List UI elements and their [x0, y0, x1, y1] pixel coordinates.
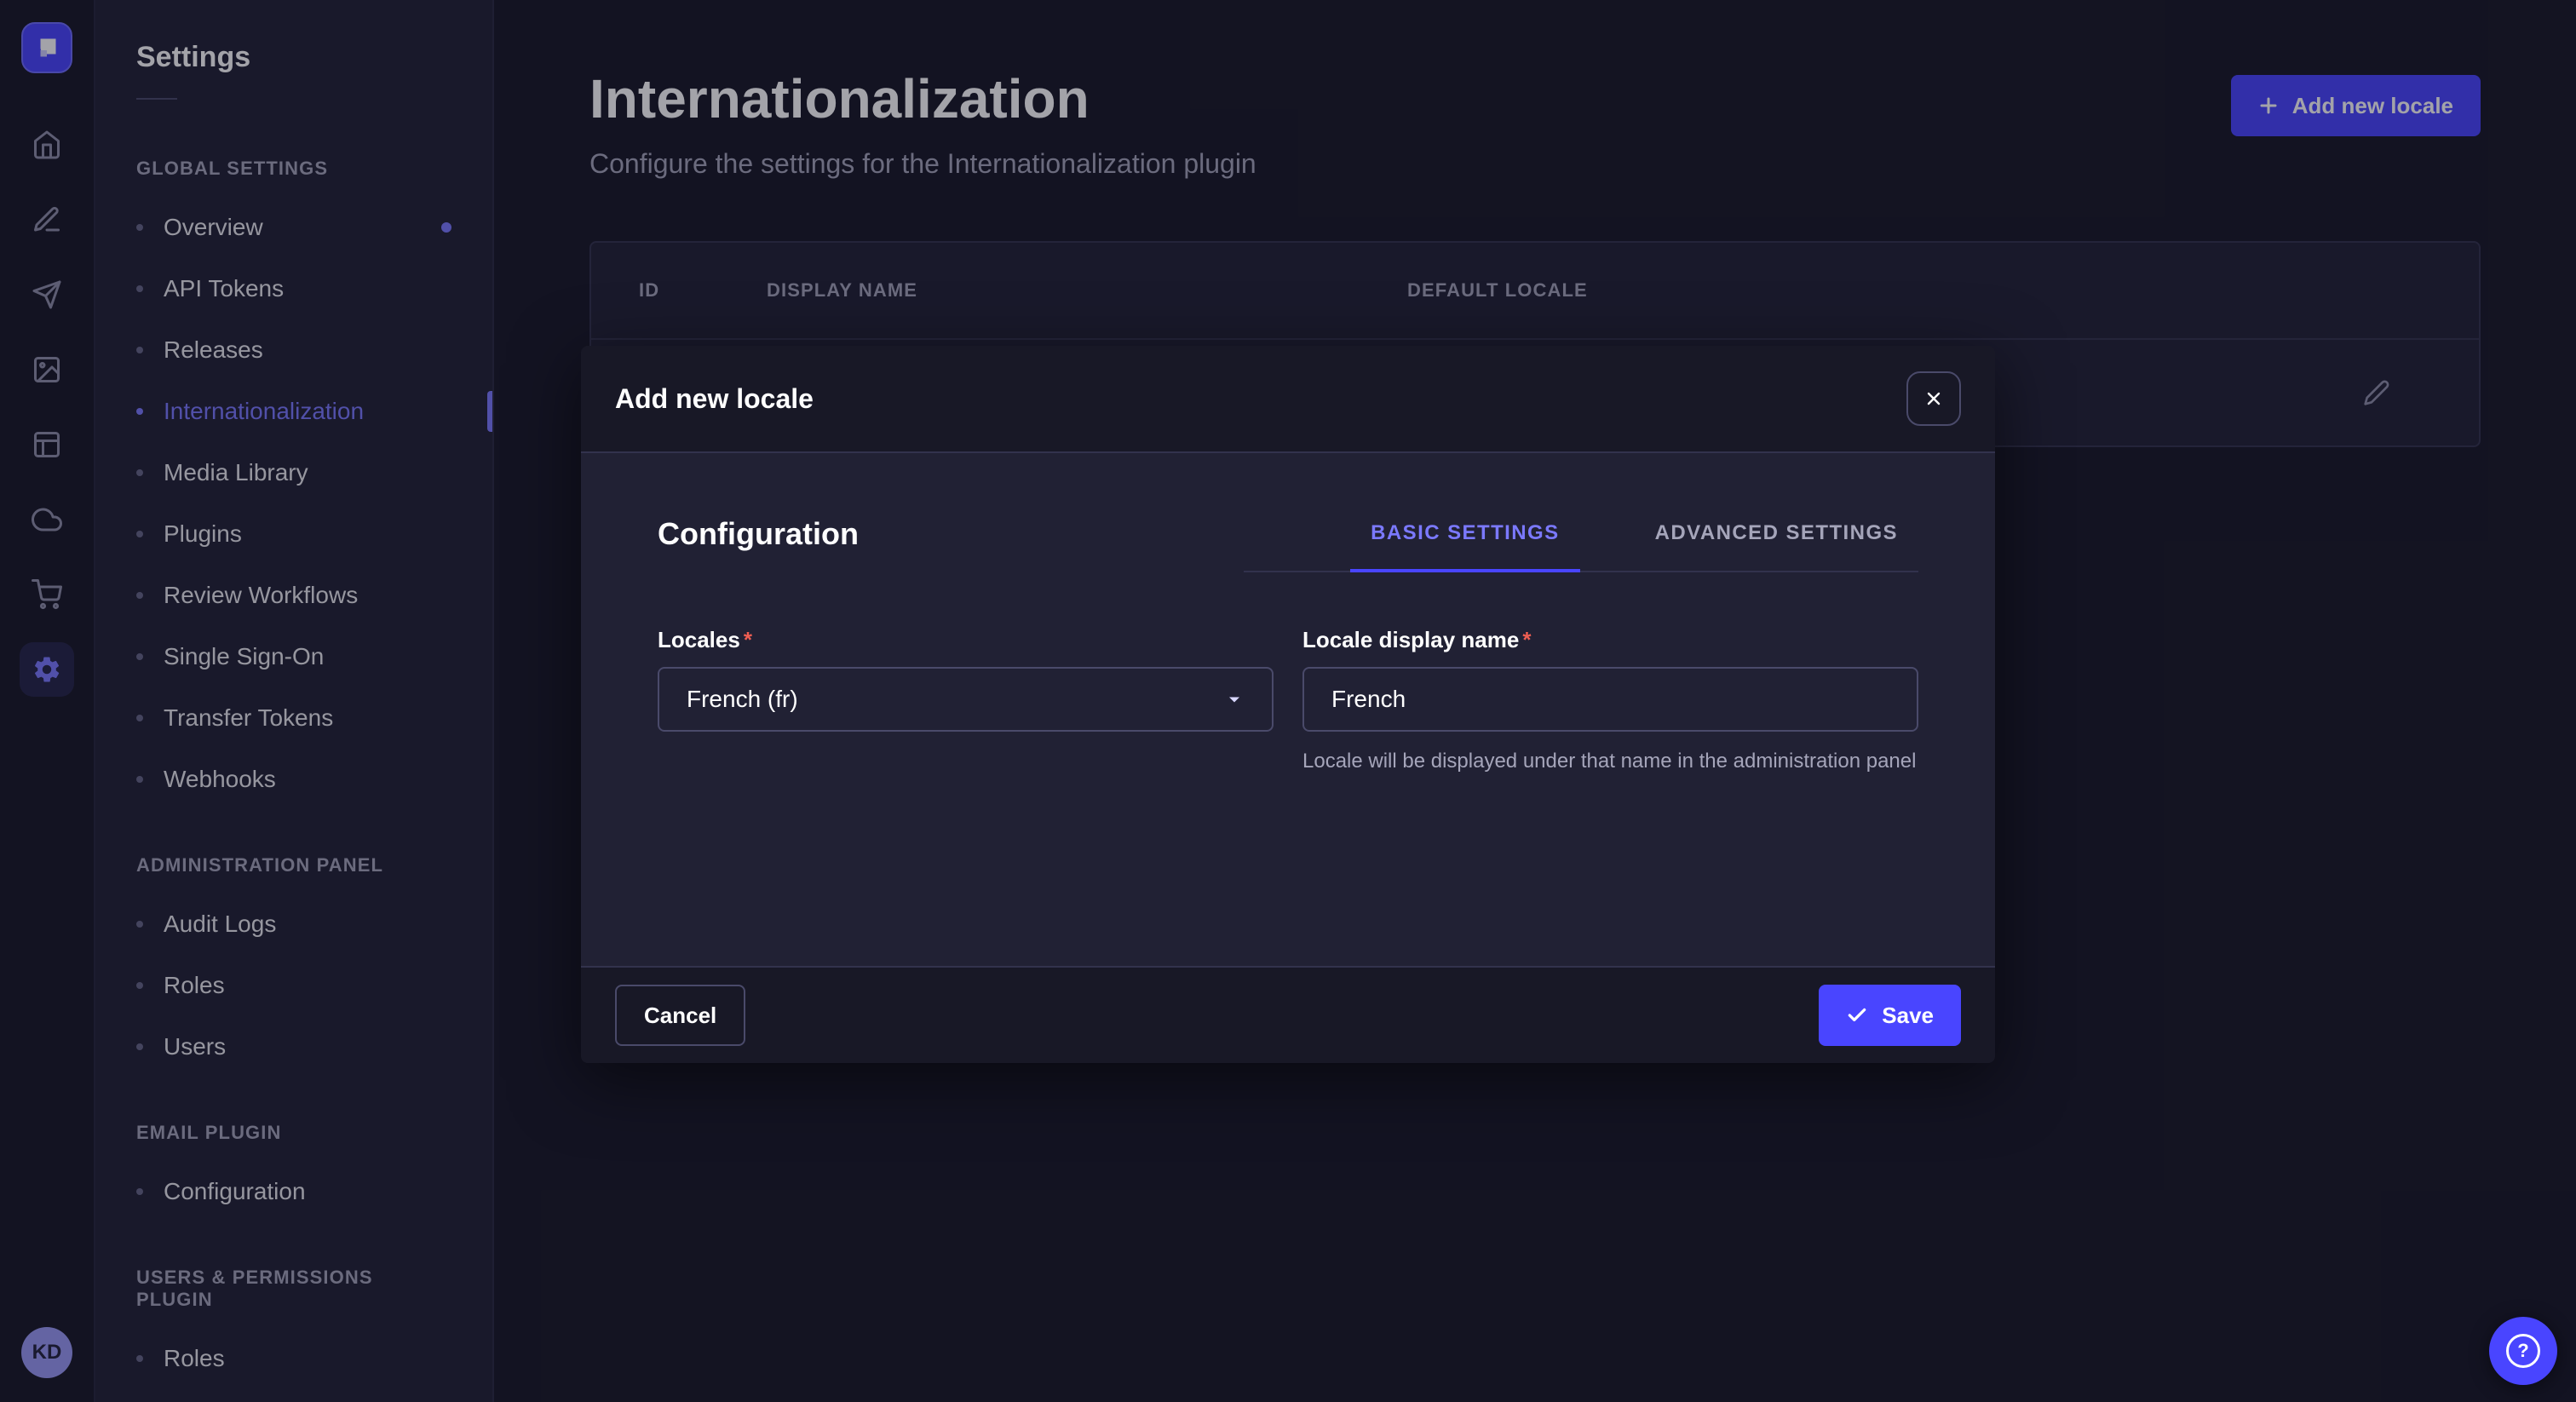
locales-field: Locales* French (fr) — [658, 627, 1274, 777]
modal-header: Add new locale — [581, 346, 1995, 453]
locales-select[interactable]: French (fr) — [658, 667, 1274, 732]
required-asterisk: * — [744, 627, 752, 652]
modal-footer: Cancel Save — [581, 966, 1995, 1063]
configuration-header-row: Configuration BASIC SETTINGS ADVANCED SET… — [658, 511, 1918, 572]
modal-close-button[interactable] — [1906, 371, 1961, 426]
modal-tabs: BASIC SETTINGS ADVANCED SETTINGS — [1244, 511, 1918, 572]
locales-select-value: French (fr) — [687, 686, 798, 713]
tab-advanced-settings[interactable]: ADVANCED SETTINGS — [1635, 511, 1918, 571]
close-icon — [1923, 388, 1944, 409]
locale-form-row: Locales* French (fr) Locale display name… — [658, 627, 1918, 777]
add-locale-modal: Add new locale Configuration BASIC SETTI… — [581, 346, 1995, 1063]
caret-down-icon — [1224, 689, 1245, 710]
question-icon: ? — [2506, 1334, 2540, 1368]
help-button[interactable]: ? — [2489, 1317, 2557, 1385]
save-button[interactable]: Save — [1819, 985, 1961, 1046]
configuration-title: Configuration — [658, 516, 859, 552]
modal-body: Configuration BASIC SETTINGS ADVANCED SET… — [581, 453, 1995, 966]
locales-label: Locales* — [658, 627, 1274, 653]
save-button-label: Save — [1882, 1003, 1934, 1029]
check-icon — [1846, 1004, 1868, 1026]
cancel-button[interactable]: Cancel — [615, 985, 745, 1046]
display-name-input[interactable] — [1302, 667, 1918, 732]
tab-basic-settings[interactable]: BASIC SETTINGS — [1350, 511, 1580, 571]
display-name-hint: Locale will be displayed under that name… — [1302, 747, 1918, 777]
strapi-settings-page: KD Settings GLOBAL SETTINGSOverviewAPI T… — [0, 0, 2576, 1402]
display-name-label: Locale display name* — [1302, 627, 1918, 653]
display-name-field: Locale display name* Locale will be disp… — [1302, 627, 1918, 777]
required-asterisk: * — [1522, 627, 1531, 652]
modal-title: Add new locale — [615, 383, 814, 415]
